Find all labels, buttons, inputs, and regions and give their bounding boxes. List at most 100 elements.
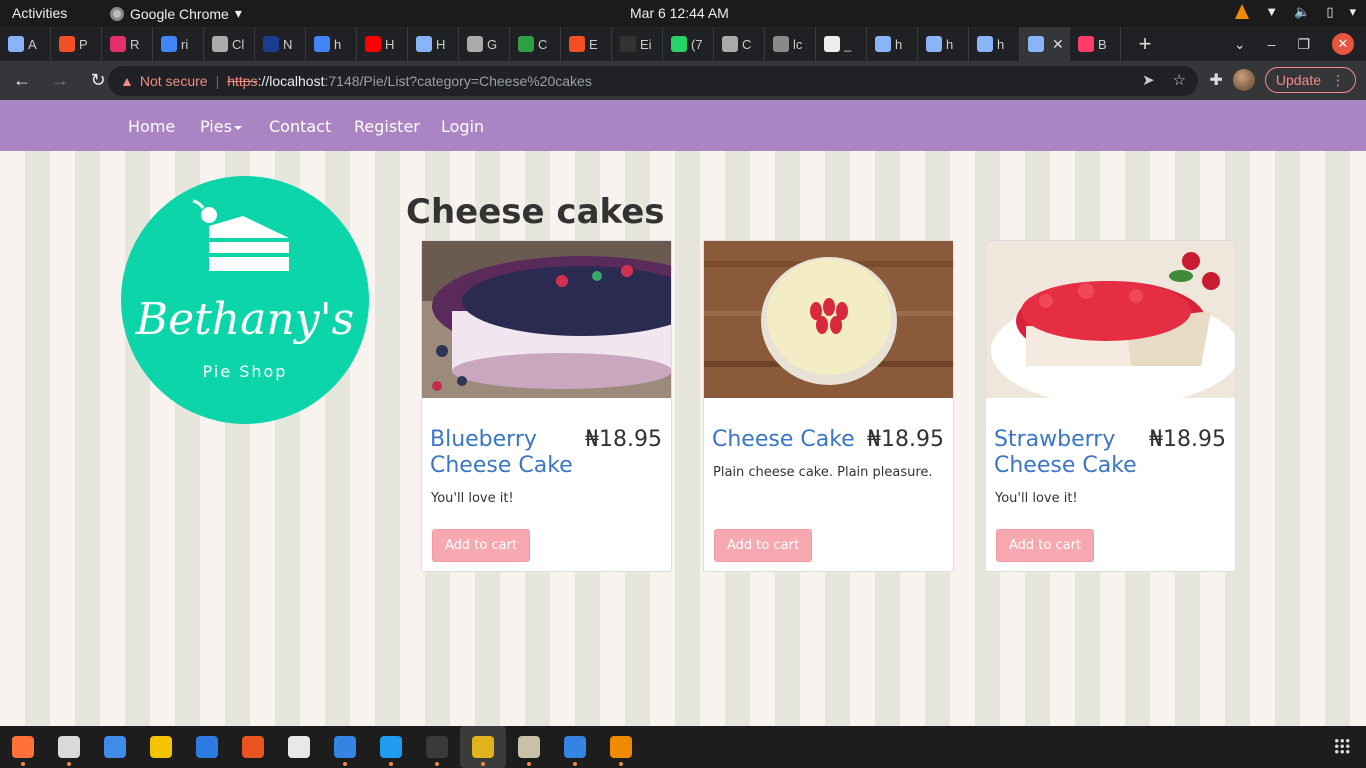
browser-tab-active[interactable]: ✕: [1020, 27, 1070, 61]
thunderbird-icon: [104, 736, 126, 758]
app-menu-label: Google Chrome: [130, 5, 229, 22]
tab-favicon-icon: [365, 36, 381, 52]
close-window-button[interactable]: ✕: [1332, 33, 1354, 55]
browser-tab[interactable]: h: [867, 27, 918, 61]
tab-label: h: [997, 36, 1005, 52]
window-controls: ⌄ – ❐ ✕: [1234, 27, 1366, 61]
update-label: Update: [1275, 72, 1321, 88]
update-button[interactable]: Update ⋮: [1264, 67, 1356, 93]
product-image-strawberry[interactable]: [986, 241, 1235, 398]
wifi-icon: ▼: [1265, 4, 1279, 19]
browser-tab[interactable]: h: [306, 27, 357, 61]
dock-item[interactable]: [506, 726, 552, 768]
maximize-button[interactable]: ❐: [1297, 36, 1310, 53]
dock-item[interactable]: [460, 726, 506, 768]
product-name-link[interactable]: Cheese Cake: [712, 427, 862, 453]
system-tray[interactable]: ▼ 🔈 ▯ ▾: [1235, 4, 1356, 20]
dock-item[interactable]: [598, 726, 644, 768]
new-tab-button[interactable]: +: [1127, 31, 1163, 57]
dock-item[interactable]: [368, 726, 414, 768]
running-indicator: [343, 762, 347, 766]
browser-tab[interactable]: Cl: [204, 27, 255, 61]
running-indicator: [481, 762, 485, 766]
site-logo[interactable]: Bethany's Pie Shop: [121, 176, 369, 424]
vlc-icon: [610, 736, 632, 758]
send-icon[interactable]: ➤: [1142, 71, 1155, 89]
omnibox-actions: ➤ ☆: [1142, 71, 1186, 89]
forward-button[interactable]: →: [44, 70, 76, 91]
tab-favicon-icon: [263, 36, 279, 52]
tab-label: ri: [181, 36, 189, 52]
clock[interactable]: Mar 6 12:44 AM: [630, 5, 729, 21]
profile-avatar[interactable]: [1232, 69, 1255, 91]
activities-button[interactable]: Activities: [12, 5, 67, 21]
tab-favicon-icon: [620, 36, 636, 52]
running-indicator: [67, 762, 71, 766]
browser-tab[interactable]: (7: [663, 27, 714, 61]
add-to-cart-button[interactable]: Add to cart: [996, 529, 1095, 562]
dock-item[interactable]: [322, 726, 368, 768]
browser-tab[interactable]: C: [714, 27, 765, 61]
bookmark-star-icon[interactable]: ☆: [1173, 71, 1186, 89]
dock-item[interactable]: [92, 726, 138, 768]
nav-register[interactable]: Register: [354, 117, 420, 136]
nav-contact[interactable]: Contact: [269, 117, 331, 136]
browser-tab[interactable]: R: [102, 27, 153, 61]
browser-tab[interactable]: E: [561, 27, 612, 61]
app-menu[interactable]: Google Chrome ▾: [110, 5, 242, 22]
product-description: You'll love it!: [431, 491, 514, 506]
dock-item[interactable]: [184, 726, 230, 768]
browser-tab[interactable]: h: [969, 27, 1020, 61]
vlc-tray-icon[interactable]: [1235, 4, 1250, 19]
dock-item[interactable]: [552, 726, 598, 768]
browser-tab[interactable]: h: [918, 27, 969, 61]
tab-label: C: [538, 36, 548, 52]
writer-icon: [196, 736, 218, 758]
browser-tab[interactable]: P: [51, 27, 102, 61]
product-image-cheese[interactable]: [704, 241, 953, 398]
browser-tab[interactable]: H: [357, 27, 408, 61]
dock-item[interactable]: [0, 726, 46, 768]
not-secure-label[interactable]: Not secure: [140, 73, 208, 89]
tab-label: G: [487, 36, 498, 52]
tab-favicon-icon: [977, 36, 993, 52]
address-bar[interactable]: ▲ Not secure | https://localhost:7148/Pi…: [108, 66, 1198, 96]
tab-favicon-icon: [212, 36, 228, 52]
browser-tab[interactable]: ri: [153, 27, 204, 61]
dock-item[interactable]: [414, 726, 460, 768]
dock-item[interactable]: [276, 726, 322, 768]
nav-pies-dropdown[interactable]: Pies: [200, 117, 242, 136]
warning-icon[interactable]: ▲: [120, 73, 134, 89]
browser-tab[interactable]: G: [459, 27, 510, 61]
back-button[interactable]: ←: [6, 70, 38, 91]
browser-tab[interactable]: lc: [765, 27, 816, 61]
dock-item[interactable]: [230, 726, 276, 768]
product-image-blueberry[interactable]: [422, 241, 671, 398]
vscode-icon: [380, 736, 402, 758]
minimize-button[interactable]: –: [1268, 36, 1276, 52]
nav-login[interactable]: Login: [441, 117, 484, 136]
tab-search-icon[interactable]: ⌄: [1234, 36, 1246, 53]
browser-tab[interactable]: C: [510, 27, 561, 61]
extensions-puzzle-icon[interactable]: ✚: [1209, 70, 1222, 90]
tab-favicon-icon: [722, 36, 738, 52]
tab-close-icon[interactable]: ✕: [1052, 36, 1064, 53]
add-to-cart-button[interactable]: Add to cart: [714, 529, 813, 562]
tab-label: h: [334, 36, 342, 52]
browser-tab[interactable]: Ei: [612, 27, 663, 61]
product-name-link[interactable]: Strawberry Cheese Cake: [994, 427, 1144, 479]
browser-tab[interactable]: N: [255, 27, 306, 61]
browser-tab[interactable]: _: [816, 27, 867, 61]
show-applications-icon[interactable]: [1334, 738, 1350, 754]
dock-item[interactable]: [138, 726, 184, 768]
add-to-cart-button[interactable]: Add to cart: [432, 529, 531, 562]
tab-label: R: [130, 36, 140, 52]
nav-home[interactable]: Home: [128, 117, 175, 136]
product-name-link[interactable]: Blueberry Cheese Cake: [430, 427, 580, 479]
browser-tab[interactable]: H: [408, 27, 459, 61]
dock-item[interactable]: [46, 726, 92, 768]
tab-label: lc: [793, 36, 803, 52]
page-viewport: Home Pies Contact Register Login Bethany…: [0, 100, 1366, 726]
browser-tab[interactable]: B: [1070, 27, 1121, 61]
browser-tab[interactable]: A: [0, 27, 51, 61]
